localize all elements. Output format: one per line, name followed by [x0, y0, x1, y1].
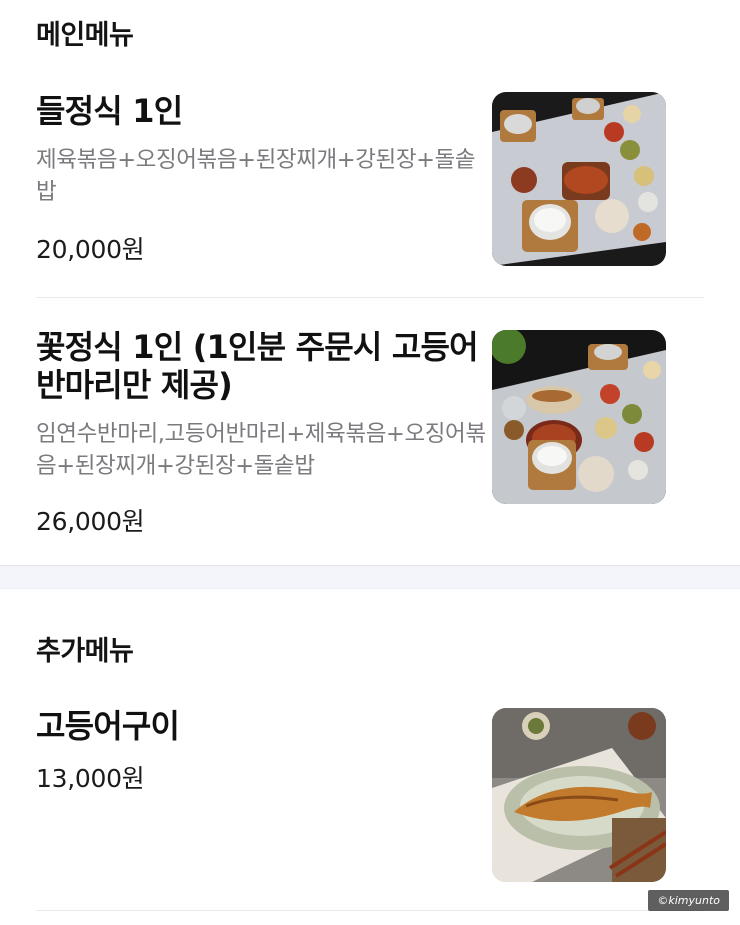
menu-item-description: 제육볶음+오징어볶음+된장찌개+강된장+돌솥밥: [36, 147, 476, 205]
menu-item-grilled-mackerel[interactable]: 고등어구이 13,000원: [36, 695, 704, 911]
menu-item-deul-set[interactable]: 들정식 1인 제육볶음+오징어볶음+된장찌개+강된장+돌솥밥 20,000원: [36, 62, 704, 298]
main-menu-section: 메인메뉴 들정식 1인 제육볶음+오징어볶음+된장찌개+강된장+돌솥밥 20,0…: [0, 0, 740, 565]
menu-item-name: 꽃정식 1인 (1인분 주문시 고등어 반마리만 제공): [36, 328, 479, 404]
menu-item-price: 26,000원: [36, 507, 145, 536]
korean-set-meal-photo: [492, 330, 666, 504]
menu-item-image[interactable]: [492, 330, 666, 504]
menu-item-name: 들정식 1인: [36, 92, 183, 130]
menu-item-text: 들정식 1인 제육볶음+오징어볶음+된장찌개+강된장+돌솥밥 20,000원: [36, 92, 491, 266]
menu-item-text: 고등어구이 13,000원: [36, 707, 491, 795]
extra-menu-title: 추가메뉴: [36, 636, 134, 667]
menu-item-image[interactable]: [492, 708, 666, 882]
main-menu-title: 메인메뉴: [36, 20, 134, 51]
menu-item-price: 13,000원: [36, 764, 145, 793]
section-divider: [0, 565, 740, 589]
menu-item-name: 고등어구이: [36, 707, 180, 745]
watermark: ©kimyunto: [648, 890, 729, 911]
menu-page: 메인메뉴 들정식 1인 제육볶음+오징어볶음+된장찌개+강된장+돌솥밥 20,0…: [0, 0, 740, 925]
menu-item-image[interactable]: [492, 92, 666, 266]
menu-item-kkot-set[interactable]: 꽃정식 1인 (1인분 주문시 고등어 반마리만 제공) 임연수반마리,고등어반…: [36, 298, 704, 565]
extra-menu-section: 추가메뉴 고등어구이 13,000원: [0, 589, 740, 911]
grilled-mackerel-photo: [492, 708, 666, 882]
korean-set-meal-photo: [492, 92, 666, 266]
menu-item-description: 임연수반마리,고등어반마리+제육볶음+오징어볶음+된장찌개+강된장+돌솥밥: [36, 421, 486, 479]
menu-item-price: 20,000원: [36, 235, 145, 264]
menu-item-text: 꽃정식 1인 (1인분 주문시 고등어 반마리만 제공) 임연수반마리,고등어반…: [36, 328, 491, 538]
